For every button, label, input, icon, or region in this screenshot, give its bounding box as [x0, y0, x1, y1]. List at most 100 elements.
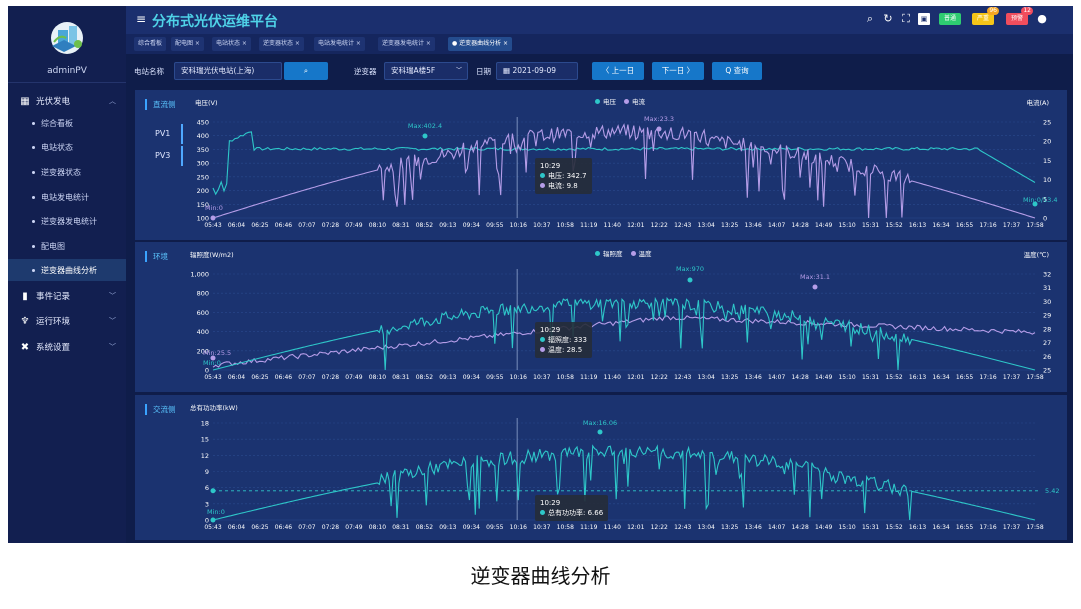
x-tick-label: 06:25 [251, 524, 268, 531]
sidebar-group-pv[interactable]: ▦ 光伏发电 ︿ [8, 90, 126, 112]
sidebar-item-distribution[interactable]: 配电图 [8, 235, 126, 257]
chevron-down-icon: ﹀ [109, 317, 116, 325]
tab-distribution[interactable]: 配电图 × [171, 37, 204, 51]
menu-icon[interactable]: ≡ [136, 12, 146, 26]
x-tick-label: 08:10 [369, 524, 386, 531]
station-select[interactable]: 安科瑞光伏电站(上海) [174, 62, 282, 80]
sidebar-item-overview[interactable]: 综合看板 [8, 112, 126, 134]
alarm-severe-badge[interactable]: 严重 96 [972, 7, 999, 25]
x-tick-label: 06:46 [275, 222, 292, 229]
x-tick-label: 09:55 [486, 222, 503, 229]
top-header: ≡ 分布式光伏运维平台 ⌕ ↻ ⛶ ▣ 普通 严重 96 预警 12 ● [126, 6, 1073, 34]
x-tick-label: 15:31 [862, 524, 879, 531]
x-tick-label: 08:31 [392, 374, 409, 381]
user-icon[interactable]: ● [1036, 13, 1048, 25]
x-tick-label: 12:43 [674, 374, 691, 381]
average-start-point [210, 488, 216, 494]
y-tick-label: 450 [197, 119, 209, 127]
y2-tick-label: 10 [1043, 176, 1051, 184]
y2-tick-label: 29 [1043, 312, 1051, 320]
x-tick-label: 12:01 [627, 374, 644, 381]
x-tick-label: 06:46 [275, 374, 292, 381]
x-tick-label: 14:28 [791, 222, 808, 229]
search-button[interactable]: ⌕ [284, 62, 328, 80]
x-tick-label: 08:10 [369, 222, 386, 229]
alarm-count: 96 [987, 7, 999, 15]
tab-station-stats[interactable]: 电站发电统计 × [314, 37, 365, 51]
refresh-icon[interactable]: ↻ [882, 13, 894, 25]
x-tick-label: 08:52 [416, 222, 433, 229]
x-tick-label: 14:07 [768, 222, 785, 229]
max-irradiance-point [687, 277, 693, 283]
x-tick-label: 13:46 [745, 524, 762, 531]
x-tick-label: 07:28 [322, 222, 339, 229]
query-button[interactable]: Q 查询 [712, 62, 762, 80]
alarm-normal-badge[interactable]: 普通 [939, 13, 961, 25]
alarm-warning-badge[interactable]: 预警 12 [1006, 7, 1033, 25]
x-tick-label: 17:16 [979, 524, 996, 531]
sidebar-group-settings[interactable]: ✖ 系统设置 ﹀ [8, 336, 126, 358]
app-window: adminPV ▦ 光伏发电 ︿ 综合看板 电站状态 逆变器状态 电站发电统计 … [8, 6, 1073, 543]
sidebar-group-events[interactable]: ▮ 事件记录 ﹀ [8, 285, 126, 307]
screen-icon[interactable]: ▣ [918, 13, 930, 25]
sidebar-item-station-status[interactable]: 电站状态 [8, 136, 126, 158]
tab-inverter-status[interactable]: 逆变器状态 × [259, 37, 304, 51]
x-tick-label: 17:58 [1026, 374, 1043, 381]
x-tick-label: 09:34 [463, 524, 480, 531]
x-tick-label: 15:10 [838, 524, 855, 531]
sidebar-item-station-stats[interactable]: 电站发电统计 [8, 186, 126, 208]
record-icon: ▮ [22, 290, 28, 302]
date-picker[interactable]: ▦ 2021-09-09 [496, 62, 578, 80]
dc-chart[interactable]: 450400350300250200150100252015105005:43 0… [135, 90, 1067, 240]
x-tick-label: 06:25 [251, 222, 268, 229]
x-tick-label: 13:46 [745, 374, 762, 381]
fullscreen-icon[interactable]: ⛶ [900, 13, 912, 25]
prev-day-button[interactable]: 〈 上一日 [592, 62, 644, 80]
x-tick-label: 14:07 [768, 524, 785, 531]
min-label: Min:0 [205, 204, 223, 212]
sidebar-group-environment[interactable]: ♆ 运行环境 ﹀ [8, 310, 126, 332]
x-tick-label: 07:28 [322, 374, 339, 381]
chevron-down-icon: ﹀ [109, 292, 116, 300]
search-icon: ⌕ [303, 66, 309, 75]
max-voltage-point [422, 133, 428, 139]
max-current-point [656, 126, 662, 132]
x-tick-label: 14:49 [815, 524, 832, 531]
sidebar-item-inverter-status[interactable]: 逆变器状态 [8, 161, 126, 183]
x-tick-label: 08:31 [392, 222, 409, 229]
next-day-button[interactable]: 下一日 〉 [652, 62, 704, 80]
environment-icon: ♆ [20, 315, 30, 327]
tab-overview[interactable]: 综合看板 [134, 37, 167, 51]
min-power-point [210, 517, 216, 523]
x-tick-label: 17:37 [1003, 222, 1020, 229]
environment-chart[interactable]: 1,0008006004002000323130292827262505:43 0… [135, 242, 1067, 392]
x-tick-label: 08:31 [392, 524, 409, 531]
y-tick-label: 6 [205, 484, 209, 492]
x-tick-label: 17:37 [1003, 374, 1020, 381]
x-tick-label: 10:58 [557, 374, 574, 381]
tab-inverter-curve[interactable]: ● 逆变器曲线分析 × [448, 37, 513, 51]
y-tick-label: 300 [197, 160, 209, 168]
y-tick-label: 200 [197, 187, 209, 195]
chart-tooltip: 10:29 电压: 342.7 电流: 9.8 [535, 158, 592, 194]
min-point [210, 215, 216, 221]
temperature-series [212, 315, 1036, 368]
search-icon[interactable]: ⌕ [864, 13, 876, 25]
x-tick-label: 15:52 [885, 374, 902, 381]
inverter-select[interactable]: 安科瑞A楼5F ﹀ [384, 62, 468, 80]
x-tick-label: 13:04 [698, 374, 715, 381]
sidebar-item-inverter-curve[interactable]: 逆变器曲线分析 [8, 259, 126, 281]
x-tick-label: 13:04 [698, 524, 715, 531]
min-irradiance-label: Min:0 [203, 359, 221, 367]
date-label: 日期 [476, 67, 491, 76]
x-tick-label: 17:58 [1026, 222, 1043, 229]
x-tick-label: 06:04 [228, 222, 245, 229]
x-tick-label: 11:19 [580, 222, 597, 229]
x-tick-label: 11:19 [580, 524, 597, 531]
x-tick-label: 13:04 [698, 222, 715, 229]
x-tick-label: 07:49 [345, 374, 362, 381]
sidebar-item-inverter-stats[interactable]: 逆变器发电统计 [8, 210, 126, 232]
tab-inverter-stats[interactable]: 逆变器发电统计 × [378, 37, 435, 51]
tab-station-status[interactable]: 电站状态 × [212, 37, 251, 51]
x-tick-label: 12:01 [627, 222, 644, 229]
